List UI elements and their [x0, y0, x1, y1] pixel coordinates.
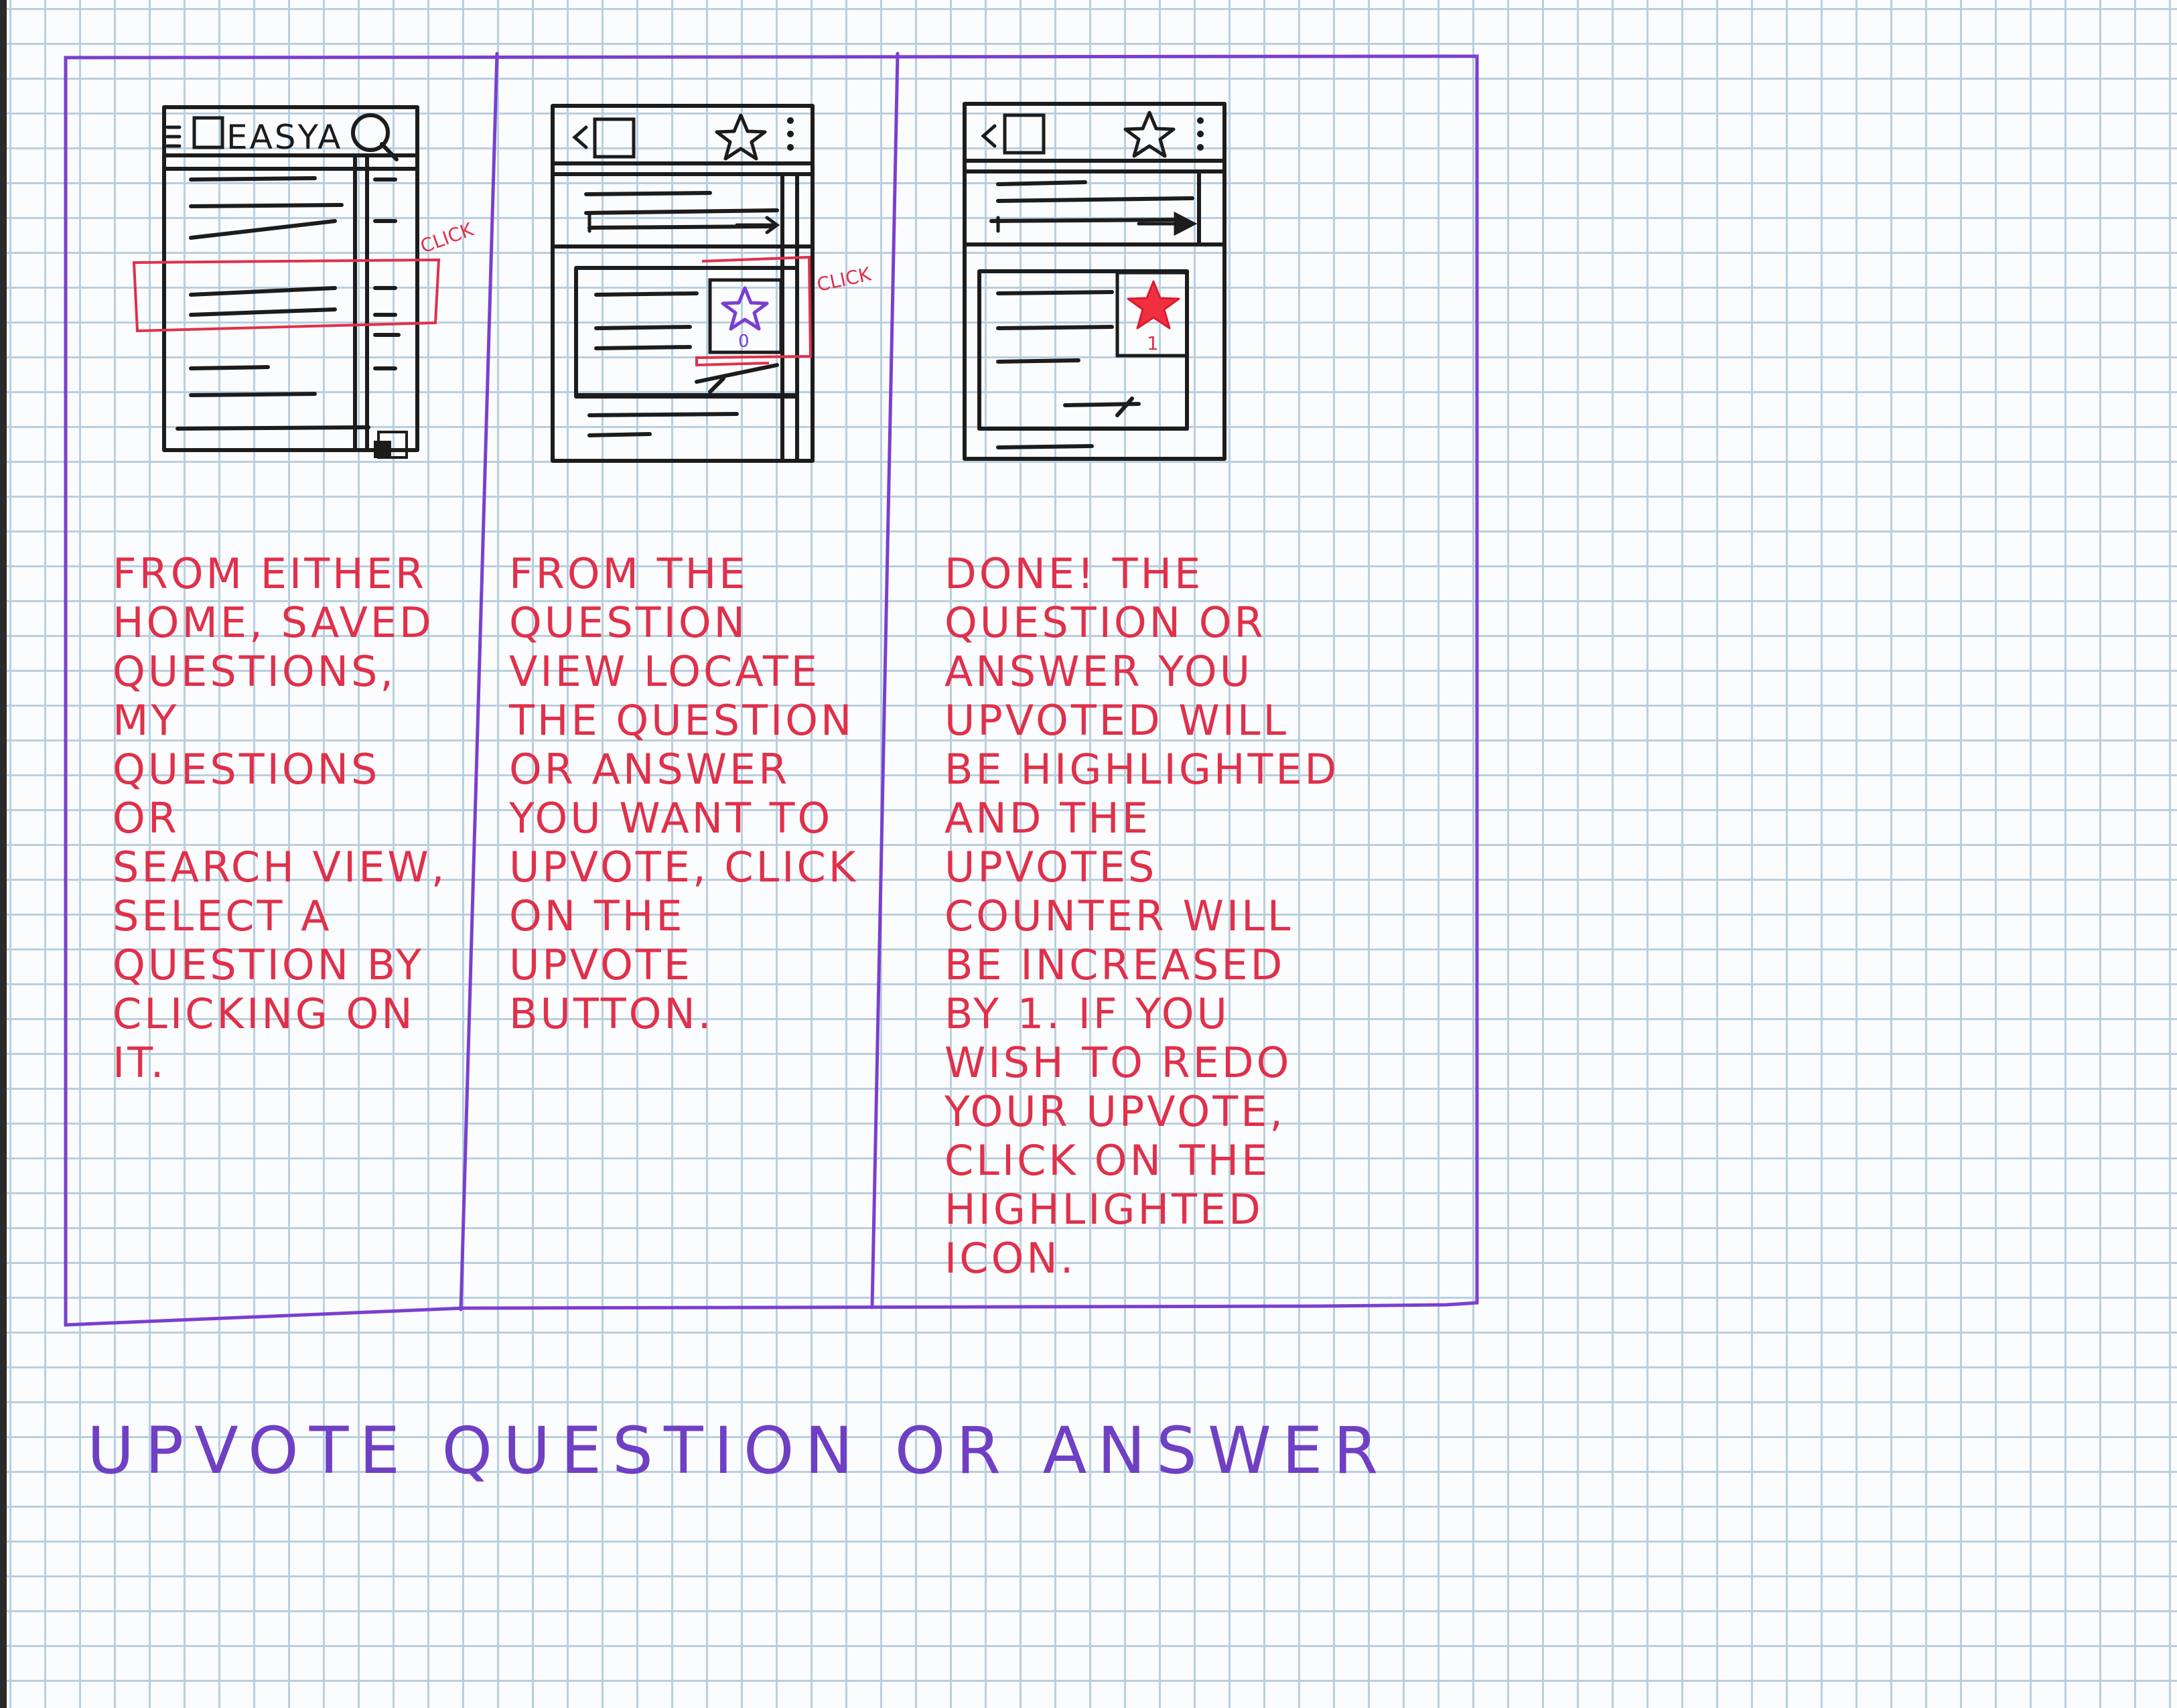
logo-square — [192, 116, 224, 149]
step-1-caption: FROM EITHER HOME, SAVED QUESTIONS, MY QU… — [113, 549, 447, 1087]
selection-highlight — [132, 258, 441, 333]
star-icon-2 — [1123, 111, 1176, 158]
upvoted-count: 1 — [1147, 332, 1159, 354]
upvote-highlight — [695, 255, 813, 367]
step-3-caption: DONE! THE QUESTION OR ANSWER YOU UPVOTED… — [944, 549, 1340, 1283]
search-icon — [351, 113, 399, 161]
arrow-right-icon-2 — [996, 211, 1198, 236]
upvote-button: 0 — [708, 278, 783, 354]
upvoted-button: 1 — [1115, 271, 1189, 358]
upvote-star-icon — [721, 286, 769, 331]
step-2-caption: FROM THE QUESTION VIEW LOCATE THE QUESTI… — [509, 549, 859, 1038]
star-icon — [715, 113, 767, 161]
arrow-right-icon — [587, 212, 780, 234]
back-icon-2 — [981, 113, 1046, 155]
menu-icon — [165, 125, 182, 148]
click-annotation-2: CLICK — [815, 263, 873, 296]
back-icon — [572, 117, 636, 159]
app-header-title: EASYA — [226, 118, 342, 157]
more-vertical-icon — [787, 117, 794, 151]
more-vertical-icon-2 — [1197, 117, 1204, 151]
click-annotation: CLICK — [417, 218, 476, 258]
mockup-question-view — [551, 104, 815, 463]
upvote-count: 0 — [738, 332, 750, 352]
storyboard-title: UPVOTE QUESTION OR ANSWER — [87, 1413, 1389, 1488]
mockup-question-list — [162, 105, 419, 452]
upvoted-star-icon — [1127, 280, 1180, 330]
compose-icon — [374, 431, 408, 459]
